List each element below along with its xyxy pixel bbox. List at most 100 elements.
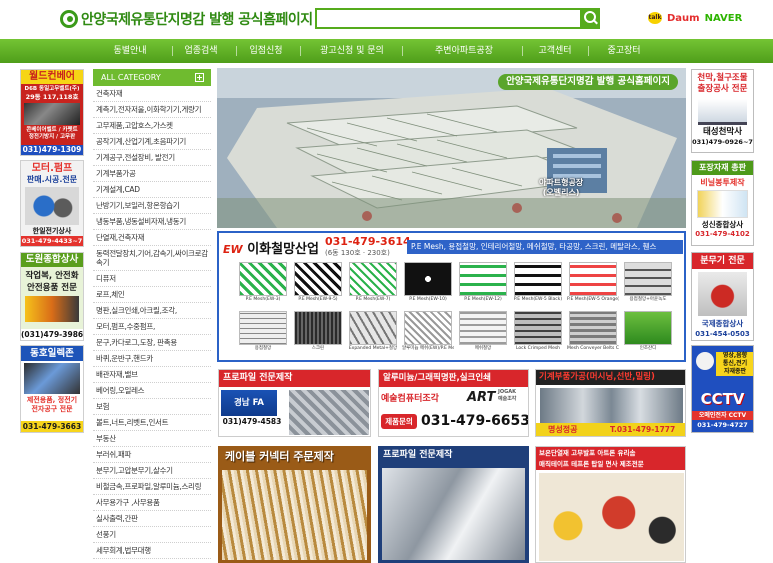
- category-item[interactable]: 배관자재,밸브: [93, 367, 211, 383]
- search-button[interactable]: [580, 8, 600, 29]
- category-item[interactable]: 세무회계,법무대행: [93, 543, 211, 559]
- category-item[interactable]: 비철금속,프로파일,알루미늄,스리링: [93, 479, 211, 495]
- ad-myungsung-machining[interactable]: 기계부품가공(머시닝,선반,밀링) 명성정공 T.031-479-1777: [535, 369, 686, 437]
- mesh-caption: P.E Mesh(EW-5 Black): [513, 297, 563, 302]
- category-item[interactable]: 단열재,건축자재: [93, 230, 211, 246]
- ad-dongho-electron[interactable]: 동호일렉존 제전용품, 정전기 전자공구 전문 031-479-3663: [20, 345, 84, 433]
- category-item[interactable]: 공작기계,산업기계,초음파기기: [93, 134, 211, 150]
- category-item[interactable]: 로프,체인: [93, 287, 211, 303]
- mesh-product-cell[interactable]: 용접철망: [237, 310, 289, 352]
- mesh-swatch: [239, 311, 287, 345]
- category-item[interactable]: 문구,카다로그,도장, 판촉용: [93, 335, 211, 351]
- kakao-talk-icon[interactable]: talk: [648, 12, 662, 24]
- site-logo[interactable]: 안양국제유통단지명감 발행 공식홈페이지: [60, 9, 313, 29]
- category-item[interactable]: 모터,펌프,수중펌프,: [93, 319, 211, 335]
- mesh-product-cell[interactable]: 인조잔디: [622, 310, 674, 352]
- site-title: 안양국제유통단지명감 발행 공식홈페이지: [81, 12, 313, 28]
- complex-aerial-image: [217, 68, 686, 228]
- category-item[interactable]: 바퀴,운반구,핸드카: [93, 351, 211, 367]
- category-item[interactable]: 실사출력,간판: [93, 511, 211, 527]
- search-box: [315, 8, 600, 31]
- ad-taesung-tent[interactable]: 천막,철구조물 출장공사 전문 태성천막사 031)479-0926~7: [691, 69, 754, 153]
- pump-image: [25, 187, 79, 225]
- portal-links: talk Daum NAVER: [648, 10, 742, 26]
- category-item[interactable]: 베어링,오일레스: [93, 383, 211, 399]
- ad-kyungnam-fa[interactable]: 프로파일 전문제작 경남 FA 031)479-4583: [218, 369, 371, 437]
- mesh-product-cell[interactable]: P.E Mesh(EW-10): [402, 261, 454, 303]
- category-item[interactable]: 부러쉬,패파: [93, 447, 211, 463]
- category-item[interactable]: 디퓨저: [93, 271, 211, 287]
- mesh-caption: 용접철망: [254, 346, 272, 351]
- ad-insulation[interactable]: 보온단열재 고무발포 아트론 유리솜 매직테이프 테프론 탑일 면사 제조전문: [535, 446, 686, 563]
- category-item[interactable]: 보험: [93, 399, 211, 415]
- category-item[interactable]: 기계부품가공: [93, 166, 211, 182]
- naver-link[interactable]: NAVER: [705, 13, 743, 24]
- mesh-caption: P.E Mesh(EW-12): [464, 297, 502, 302]
- mesh-product-cell[interactable]: 용접철망+아윤녹도: [622, 261, 674, 303]
- nav-item-nearby-factory[interactable]: 주변아파트공장: [435, 39, 493, 63]
- mesh-caption: P.E Mesh(EW-9-5): [298, 297, 338, 302]
- category-item[interactable]: 선풍기: [93, 527, 211, 543]
- nav-item-customer-center[interactable]: 고객센터: [538, 39, 571, 63]
- sprayer-image: [698, 272, 747, 316]
- category-item[interactable]: 명판,실크인쇄,아크릴,조각,: [93, 303, 211, 319]
- nav-item-ad-inquiry[interactable]: 광고신청 및 문의: [320, 39, 384, 63]
- mesh-product-cell[interactable]: P.E Mesh(EW-5 Black): [512, 261, 564, 303]
- mesh-product-cell[interactable]: Expanded Metal+철망: [347, 310, 399, 352]
- plus-icon[interactable]: [195, 73, 204, 82]
- ad-motor-pump[interactable]: 모터.펌프 판매.시공.전문 한일전기상사 031-479-4433~7: [20, 160, 84, 247]
- mesh-product-cell[interactable]: 스크린: [292, 310, 344, 352]
- mesh-caption: P.E Mesh(EW-5 Orange): [567, 297, 619, 302]
- mesh-swatch: [404, 311, 452, 345]
- ad-omain-cctv[interactable]: 영상,음향 통신,전기 자재종판 CCTV 오메인전자 CCTV 031-479…: [691, 345, 754, 433]
- hero-banner[interactable]: 안양국제유통단지명감 발행 공식홈페이지 아파트형공장 (오벨리스): [217, 68, 686, 228]
- mesh-product-cell[interactable]: P.E Mesh(EW-12): [457, 261, 509, 303]
- category-item[interactable]: 분무기,고압분무기,살수기: [93, 463, 211, 479]
- mesh-caption: Lock Crimped Mesh: [515, 346, 561, 351]
- ad-sungshin-packaging[interactable]: 포장자재 총판 비닐봉투제작 성신종합상사 031-479-4102: [691, 160, 754, 246]
- mesh-swatch: [404, 262, 452, 296]
- nav-item-used-market[interactable]: 중고장터: [607, 39, 640, 63]
- ad-kukje-sprayer[interactable]: 분무기 전문 국제종합상사 031-454-0503: [691, 252, 754, 341]
- mesh-product-cell[interactable]: Lock Crimped Mesh: [512, 310, 564, 352]
- mesh-product-cell[interactable]: P.E Mesh(EW-5 Orange): [567, 261, 619, 303]
- nav-item-store-apply[interactable]: 입점신청: [249, 39, 282, 63]
- category-title: ALL CATEGORY: [101, 73, 161, 82]
- category-item[interactable]: 계측기,전자저울,이화학기기,게량기: [93, 102, 211, 118]
- category-item[interactable]: 난방기기,보일러,항온항습기: [93, 198, 211, 214]
- mesh-swatch: [349, 311, 397, 345]
- ad-world-conveyor[interactable]: 월드컨베어 D6B 동일고무벨트(주) 29동 117,118호 콘베이어벨트 …: [20, 69, 84, 156]
- ad-dowon-trading[interactable]: 도원종합상사 작업복, 안전화 안전용품 전문 (031)479-3986: [20, 252, 84, 341]
- category-item[interactable]: 냉동부품,냉동설비자재,냉동기: [93, 214, 211, 230]
- ad-ewha-mesh[interactable]: EW 이화철망산업 031-479-3614 (6동 130호 · 230호) …: [217, 231, 686, 362]
- mesh-swatch: [459, 262, 507, 296]
- category-item[interactable]: 고무제품,고압호스,가스켓: [93, 118, 211, 134]
- mesh-caption: P.E Mesh(EW-7): [355, 297, 391, 302]
- category-item[interactable]: 동력전달장치,기어,감속기,싸이크로감속기: [93, 246, 211, 271]
- daum-link[interactable]: Daum: [667, 13, 700, 24]
- mesh-product-cell[interactable]: 알루미늄 메쉬(EW)/P.E Mesh: [402, 310, 454, 352]
- mesh-swatch: [569, 262, 617, 296]
- category-item[interactable]: 기계공구,전설장비, 발전기: [93, 150, 211, 166]
- category-item[interactable]: 부동산: [93, 431, 211, 447]
- mesh-product-cell[interactable]: P.E Mesh(EW-9-5): [292, 261, 344, 303]
- category-item[interactable]: 볼트,너트,리벳트,인서트: [93, 415, 211, 431]
- nav-item-building-guide[interactable]: 동별안내: [113, 39, 146, 63]
- mesh-product-cell[interactable]: P.E Mesh(EW-7): [347, 261, 399, 303]
- mesh-product-cell[interactable]: Mesh Conveyer Belts Chain Nets: [567, 310, 619, 352]
- ad-cable-connector[interactable]: 케이블 커넥터 주문제작: [218, 446, 371, 563]
- conveyor-image: [24, 103, 80, 125]
- mesh-products: P.E Mesh, 용접철망, 인테리어철망, 메쉬철망, 타공망, 스크린, …: [407, 240, 683, 254]
- category-item[interactable]: 기계설계,CAD: [93, 182, 211, 198]
- category-header: ALL CATEGORY: [93, 69, 211, 86]
- nav-item-business-search[interactable]: 업종검색: [184, 39, 217, 63]
- ad-art-jogak[interactable]: 알루미늄/그래픽명판,실크인쇄 예술컴퓨터조각 ART JOGAK 예술조각 제…: [378, 369, 529, 437]
- category-item[interactable]: 건축자재: [93, 86, 211, 102]
- search-input[interactable]: [317, 13, 575, 31]
- site-logo-icon: [60, 10, 78, 28]
- mesh-product-cell[interactable]: P.E Mesh(EW-3): [237, 261, 289, 303]
- mesh-product-cell[interactable]: 메쉬철망: [457, 310, 509, 352]
- category-item[interactable]: 사무용가구 ,사무용품: [93, 495, 211, 511]
- mesh-swatch: [294, 311, 342, 345]
- ad-profile-manufacture[interactable]: 프로파일 전문제작: [378, 446, 529, 563]
